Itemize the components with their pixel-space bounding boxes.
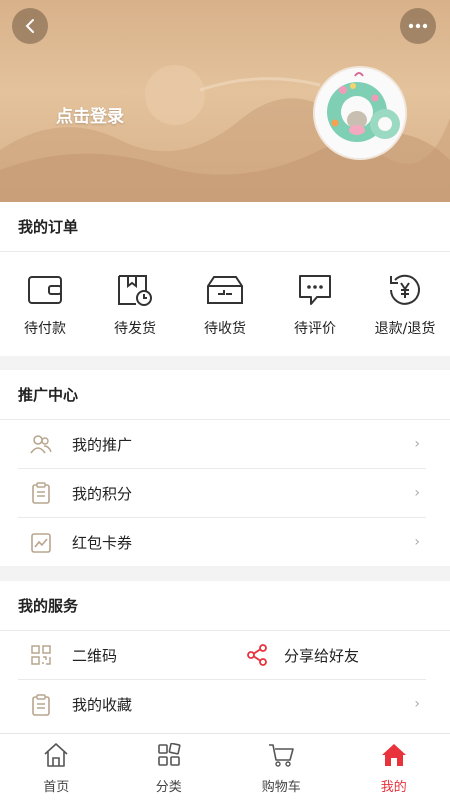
tab-category[interactable]: 分类 xyxy=(113,734,226,800)
share-to-friends-item[interactable]: 分享给好友 xyxy=(222,644,426,666)
qr-code-icon xyxy=(30,644,52,666)
list-item-label: 二维码 xyxy=(72,646,118,665)
order-pending-payment[interactable]: 待付款 xyxy=(0,252,90,356)
coupons-item[interactable]: 红包卡券 › xyxy=(18,518,426,567)
order-refund[interactable]: 退款/退货 xyxy=(360,252,450,356)
home-filled-icon xyxy=(379,740,409,770)
chevron-right-icon: › xyxy=(414,436,420,452)
tab-mine[interactable]: 我的 xyxy=(338,734,450,800)
more-dots-icon xyxy=(408,23,428,29)
tab-home[interactable]: 首页 xyxy=(0,734,113,800)
services-title: 我的服务 xyxy=(0,581,450,631)
list-item-label: 我的推广 xyxy=(72,435,133,454)
clipboard-icon xyxy=(30,693,52,716)
services-row: 二维码 分享给好友 xyxy=(18,631,426,680)
order-pending-receipt[interactable]: 待收货 xyxy=(180,252,270,356)
tab-cart[interactable]: 购物车 xyxy=(225,734,338,800)
chevron-right-icon: › xyxy=(414,534,420,550)
trend-chart-icon xyxy=(30,532,52,554)
avatar[interactable] xyxy=(313,66,407,160)
chevron-left-icon xyxy=(25,19,34,33)
package-clock-icon xyxy=(115,270,155,310)
list-item-label: 我的积分 xyxy=(72,484,133,503)
order-item-label: 待付款 xyxy=(24,321,66,337)
order-pending-review[interactable]: 待评价 xyxy=(270,252,360,356)
grid-icon xyxy=(154,740,184,770)
my-promotion-item[interactable]: 我的推广 › xyxy=(18,420,426,469)
order-status-row: 待付款 待发货 待收货 待评价 退款/退货 xyxy=(0,252,450,356)
share-icon xyxy=(246,644,268,666)
plush-wreath-avatar xyxy=(315,68,405,158)
wallet-icon xyxy=(25,270,65,310)
order-item-label: 待评价 xyxy=(294,321,336,337)
list-item-label: 分享给好友 xyxy=(284,646,360,665)
services-section: 我的服务 二维码 分享给好友 我的收藏 › xyxy=(0,581,450,733)
tab-label: 购物车 xyxy=(261,780,301,795)
orders-section: 我的订单 待付款 待发货 待收货 待评价 退款/退货 xyxy=(0,202,450,356)
chevron-right-icon: › xyxy=(414,696,420,712)
order-item-label: 退款/退货 xyxy=(374,321,436,337)
home-icon xyxy=(41,740,71,770)
tab-label: 我的 xyxy=(380,780,407,795)
refund-yen-icon xyxy=(385,270,425,310)
chevron-right-icon: › xyxy=(414,485,420,501)
order-item-label: 待发货 xyxy=(114,321,156,337)
more-button[interactable] xyxy=(400,8,436,44)
clipboard-icon xyxy=(30,482,52,504)
profile-header: 点击登录 xyxy=(0,0,450,202)
my-points-item[interactable]: 我的积分 › xyxy=(18,469,426,518)
list-item-label: 红包卡券 xyxy=(72,534,133,552)
users-icon xyxy=(30,433,52,455)
promotion-section: 推广中心 我的推广 › 我的积分 › 红包卡券 › xyxy=(0,370,450,566)
chat-bubble-icon xyxy=(295,270,335,310)
order-item-label: 待收货 xyxy=(204,321,246,337)
cart-icon xyxy=(266,740,296,770)
back-button[interactable] xyxy=(12,8,48,44)
list-item-label: 我的收藏 xyxy=(72,696,133,714)
orders-title: 我的订单 xyxy=(0,202,450,252)
login-link[interactable]: 点击登录 xyxy=(56,102,124,127)
favorites-item[interactable]: 我的收藏 › xyxy=(18,680,426,729)
qr-code-item[interactable]: 二维码 xyxy=(18,644,222,666)
box-receive-icon xyxy=(205,270,245,310)
tab-label: 分类 xyxy=(155,780,182,795)
tab-label: 首页 xyxy=(43,780,70,795)
order-pending-shipment[interactable]: 待发货 xyxy=(90,252,180,356)
promotion-title: 推广中心 xyxy=(0,370,450,420)
bottom-tab-bar: 首页 分类 购物车 我的 xyxy=(0,733,450,800)
